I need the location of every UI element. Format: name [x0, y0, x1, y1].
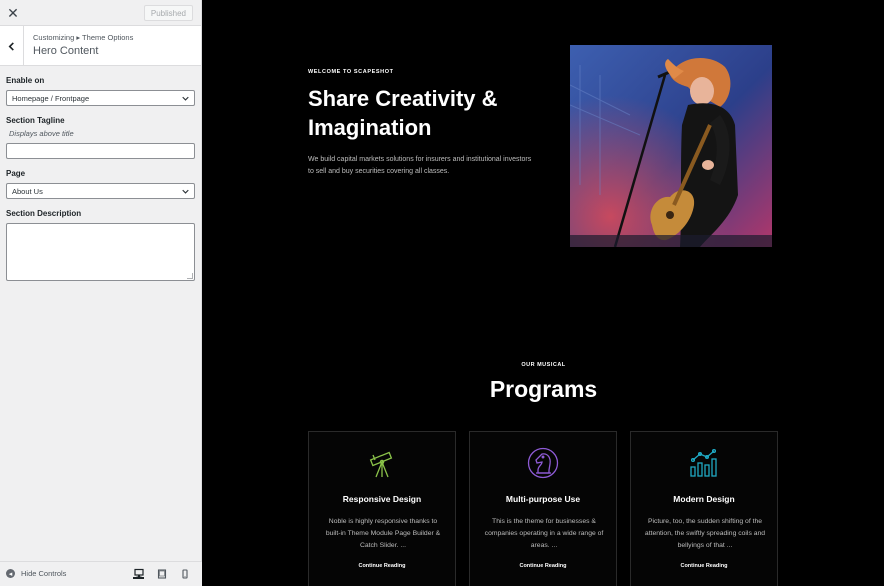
- breadcrumb: Customizing ▸ Theme Options: [33, 33, 134, 42]
- customizer-header: ✕ Published: [0, 0, 201, 26]
- enable-on-select[interactable]: Homepage / Frontpage: [6, 90, 195, 106]
- programs-title: Programs: [489, 376, 598, 402]
- chevron-down-icon: [182, 189, 189, 194]
- chevron-down-icon: [182, 96, 189, 101]
- tablet-icon: [157, 568, 166, 579]
- hero-title: Share Creativity & Imagination: [308, 86, 498, 140]
- programs-kicker: OUR MUSICAL: [521, 362, 566, 368]
- mobile-preview-button[interactable]: [179, 568, 190, 579]
- page-value: About Us: [12, 186, 43, 196]
- hide-controls-button[interactable]: ◂ Hide Controls: [6, 569, 66, 578]
- site-preview: WELCOME TO SCAPESHOT Share Creativity & …: [203, 0, 884, 586]
- chess-knight-icon: [527, 447, 559, 479]
- section-header: Customizing ▸ Theme Options Hero Content: [0, 26, 201, 66]
- continue-reading-link[interactable]: Continue Reading: [470, 563, 616, 569]
- desktop-preview-button[interactable]: [133, 568, 144, 579]
- hero-text: We build capital markets solutions for i…: [308, 156, 532, 175]
- section-description-textarea[interactable]: [6, 223, 195, 281]
- continue-reading-link[interactable]: Continue Reading: [309, 563, 455, 569]
- hero-image-guitarist: [570, 45, 772, 247]
- mobile-icon: [181, 568, 188, 579]
- controls-panel: Enable on Homepage / Frontpage Section T…: [0, 76, 201, 281]
- publish-button[interactable]: Published: [143, 5, 193, 21]
- telescope-icon: [369, 451, 393, 478]
- enable-on-value: Homepage / Frontpage: [12, 93, 90, 103]
- guitarist-photo: [570, 45, 772, 247]
- program-card-desc: This is the theme for businesses & compa…: [484, 518, 604, 549]
- program-card-desc: Noble is highly responsive thanks to bui…: [325, 518, 441, 549]
- hero-kicker: WELCOME TO SCAPESHOT: [308, 69, 394, 75]
- close-icon: ✕: [7, 4, 19, 21]
- device-switcher: [133, 568, 190, 579]
- program-card: Responsive Design Noble is highly respon…: [308, 431, 456, 586]
- customizer-footer: ◂ Hide Controls: [0, 561, 202, 586]
- section-tagline-description: Displays above title: [9, 129, 74, 138]
- program-card: Multi-purpose Use This is the theme for …: [469, 431, 617, 586]
- program-card-title: Modern Design: [673, 494, 735, 504]
- program-card-title: Multi-purpose Use: [505, 494, 581, 504]
- program-card: Modern Design Picture, too, the sudden s…: [630, 431, 778, 586]
- section-title: Hero Content: [33, 45, 99, 57]
- chevron-left-icon: [8, 41, 14, 51]
- customizer-sidebar: ✕ Published Customizing ▸ Theme Options …: [0, 0, 202, 586]
- section-tagline-label: Section Tagline: [6, 116, 65, 125]
- continue-reading-link[interactable]: Continue Reading: [631, 563, 777, 569]
- resize-handle-icon[interactable]: [187, 273, 193, 279]
- back-button[interactable]: [0, 26, 24, 66]
- page-select[interactable]: About Us: [6, 183, 195, 199]
- section-tagline-input[interactable]: [6, 143, 195, 159]
- bar-chart-icon: [690, 448, 717, 477]
- close-customizer-button[interactable]: ✕: [0, 0, 26, 26]
- desktop-icon: [133, 568, 144, 577]
- tablet-preview-button[interactable]: [156, 568, 167, 579]
- hide-controls-label: Hide Controls: [21, 569, 67, 578]
- collapse-icon: ◂: [6, 569, 15, 578]
- enable-on-label: Enable on: [6, 76, 45, 85]
- program-card-desc: Picture, too, the sudden shifting of the…: [644, 518, 766, 549]
- section-description-label: Section Description: [6, 209, 82, 218]
- program-card-title: Responsive Design: [342, 494, 422, 504]
- page-label: Page: [6, 169, 26, 178]
